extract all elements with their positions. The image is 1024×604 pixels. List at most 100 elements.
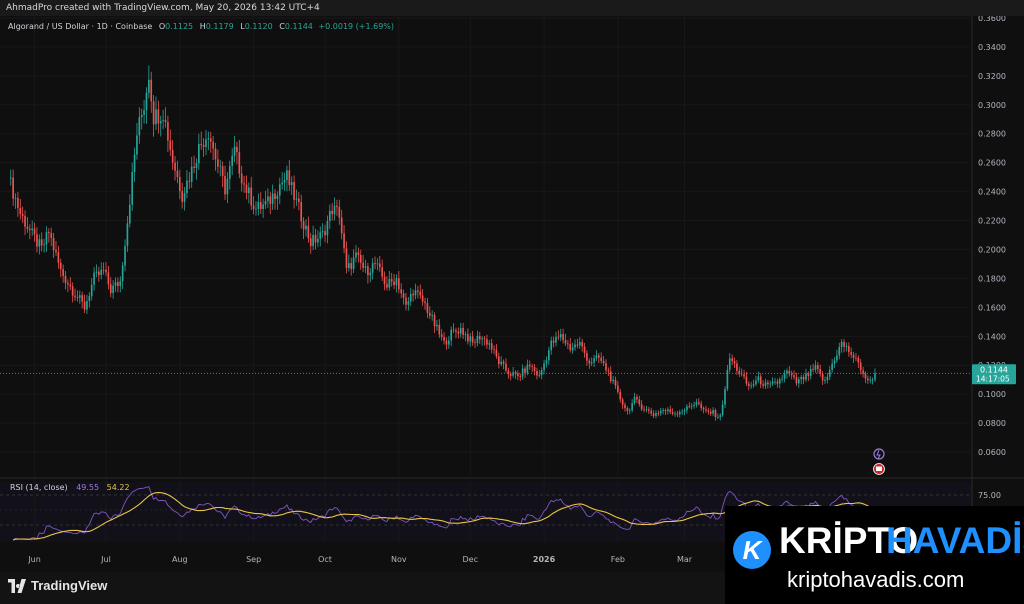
candle-body <box>783 373 786 379</box>
candle-body <box>305 225 307 230</box>
candle-body <box>64 275 67 283</box>
candle-body <box>186 180 188 194</box>
candle-body <box>728 358 731 370</box>
candle-body <box>255 208 257 210</box>
candle-body <box>469 336 472 342</box>
candle-body <box>643 409 645 411</box>
candle-body <box>262 204 264 209</box>
candle-body <box>490 343 493 350</box>
rsi-label: RSI (14, close) <box>10 483 68 492</box>
candle-body <box>695 402 698 405</box>
candle-body <box>319 232 322 239</box>
symbol-legend[interactable]: Algorand / US Dollar · 1D · Coinbase O0.… <box>8 22 394 31</box>
candle-body <box>483 338 486 340</box>
candle-body <box>526 364 529 373</box>
rsi-legend[interactable]: RSI (14, close) 49.55 54.22 <box>10 483 130 492</box>
candle-body <box>148 79 150 93</box>
y-tick-label: 0.1600 <box>978 303 1006 312</box>
candle-body <box>571 347 574 351</box>
candle-body <box>221 166 224 176</box>
candle-body <box>564 340 567 344</box>
candle-body <box>48 232 50 234</box>
candle-body <box>369 272 372 276</box>
last-price-countdown: 14:17:05 <box>976 374 1010 383</box>
candle-body <box>821 373 824 381</box>
candle-body <box>298 198 300 202</box>
candle-body <box>576 344 579 346</box>
candle-body <box>605 363 607 371</box>
candle-body <box>497 356 500 365</box>
candle-body <box>533 367 536 372</box>
candle-body <box>333 205 336 215</box>
candle-body <box>809 368 812 376</box>
candle-body <box>567 343 569 345</box>
candle-body <box>524 368 526 373</box>
candle-body <box>462 327 464 335</box>
candle-body <box>662 410 664 412</box>
candle-body <box>671 412 674 414</box>
candle-body <box>493 349 495 351</box>
candle-body <box>102 269 105 271</box>
rsi-ma-value: 54.22 <box>106 483 130 492</box>
candle-body <box>386 284 388 288</box>
candle-body <box>512 372 514 376</box>
candle-body <box>86 300 88 310</box>
candle-body <box>381 267 384 277</box>
candle-body <box>359 254 362 263</box>
candle-body <box>614 379 617 386</box>
tradingview-brand: TradingView <box>31 578 108 593</box>
candle-body <box>697 402 700 404</box>
candle-body <box>455 330 457 332</box>
candle-body <box>145 92 148 111</box>
candle-body <box>795 377 798 384</box>
candle-body <box>545 360 548 364</box>
candle-body <box>52 237 55 251</box>
candle-body <box>62 269 64 276</box>
candle-body <box>409 293 412 302</box>
candle-body <box>236 146 238 153</box>
price-chart[interactable]: 0.3600 0.3400 0.3200 0.3000 0.2800 0.2600 0.24… <box>0 16 1024 572</box>
candle-body <box>833 360 836 364</box>
candle-body <box>812 368 814 370</box>
candle-body <box>388 279 391 288</box>
candle-body <box>193 166 195 169</box>
candle-body <box>140 114 143 118</box>
tradingview-logo[interactable]: TradingView <box>8 578 107 593</box>
change-value: +0.0019 (+1.69%) <box>318 22 395 31</box>
candle-body <box>181 191 184 202</box>
candle-body <box>100 269 103 276</box>
candle-body <box>607 370 610 372</box>
candle-body <box>231 155 234 166</box>
logo-letter: K <box>742 535 762 565</box>
low-value: 0.1120 <box>244 22 273 31</box>
y-tick-label: 0.2400 <box>978 188 1006 197</box>
kripto-havadis-banner[interactable]: K KRİPTO HAVADİS kriptohavadis.com <box>725 506 1024 604</box>
candle-body <box>621 399 624 405</box>
candle-body <box>586 352 588 361</box>
candle-body <box>664 410 667 411</box>
candle-body <box>317 238 319 243</box>
candle-body <box>612 379 614 382</box>
candle-body <box>500 361 503 365</box>
credit-bar: AhmadPro created with TradingView.com, M… <box>0 0 1024 16</box>
candle-body <box>421 295 424 302</box>
candle-body <box>569 344 572 351</box>
candle-body <box>705 409 707 411</box>
candle-body <box>67 282 69 285</box>
candle-body <box>857 357 860 363</box>
candle-body <box>869 379 872 381</box>
candle-body <box>378 263 381 268</box>
candle-body <box>652 413 655 416</box>
candle-body <box>81 295 84 302</box>
chart-frame[interactable]: 0.3600 0.3400 0.3200 0.3000 0.2800 0.2600 0.24… <box>0 16 1024 572</box>
rsi-value: 49.55 <box>76 483 100 492</box>
candle-body <box>278 184 281 196</box>
candle-body <box>117 282 119 286</box>
candle-body <box>31 228 34 231</box>
candle-body <box>478 336 481 340</box>
candle-body <box>233 146 236 156</box>
y-tick-label: 0.2000 <box>978 245 1006 254</box>
candle-body <box>293 182 295 200</box>
candle-body <box>702 408 705 410</box>
candle-body <box>836 355 838 361</box>
